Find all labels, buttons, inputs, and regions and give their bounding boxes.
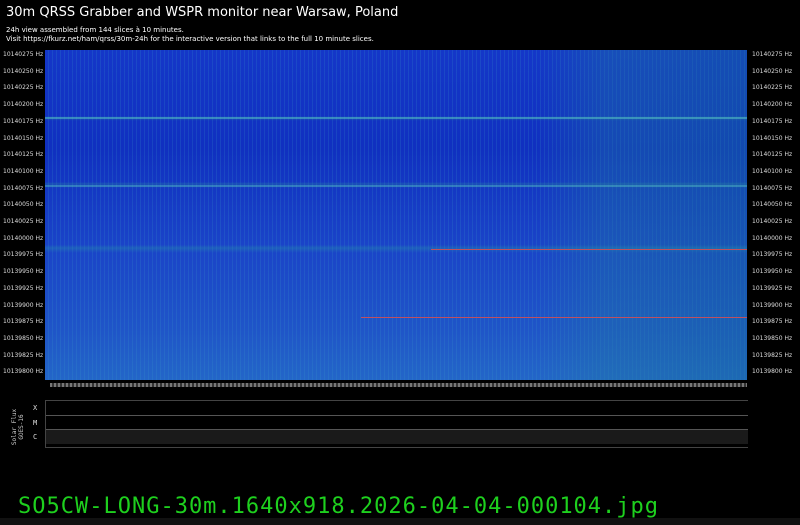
flux-class-x: X xyxy=(33,404,38,412)
frequency-label: 10139950 Hz xyxy=(3,268,44,276)
frequency-label: 10139900 Hz xyxy=(3,301,44,309)
signal-trace xyxy=(431,249,747,250)
frequency-label: 10139825 Hz xyxy=(752,351,793,359)
spectrogram xyxy=(45,50,747,380)
frequency-label: 10139875 Hz xyxy=(752,318,793,326)
frequency-label: 10139800 Hz xyxy=(752,368,793,376)
frequency-label: 10139950 Hz xyxy=(752,268,793,276)
frequency-label: 10140150 Hz xyxy=(3,134,44,142)
flux-class-m: M xyxy=(33,419,38,427)
frequency-label: 10140275 Hz xyxy=(3,51,44,58)
signal-trace xyxy=(360,317,747,318)
bottom-bar xyxy=(0,518,800,525)
frequency-label: 10139825 Hz xyxy=(3,351,44,359)
frequency-label: 10140200 Hz xyxy=(3,101,44,109)
frequency-label: 10139900 Hz xyxy=(752,301,793,309)
frequency-label: 10140000 Hz xyxy=(3,234,44,242)
frequency-label: 10140250 Hz xyxy=(752,67,793,75)
frequency-label: 10140200 Hz xyxy=(752,101,793,109)
frequency-label: 10139800 Hz xyxy=(3,368,44,376)
time-axis xyxy=(50,383,747,387)
info-link-text: Visit https://fkurz.net/ham/qrss/30m-24h… xyxy=(6,35,374,43)
flux-class-c: C xyxy=(33,433,38,441)
frequency-label: 10140100 Hz xyxy=(752,167,793,175)
subtitle: 24h view assembled from 144 slices à 10 … xyxy=(6,26,184,34)
frequency-label: 10139975 Hz xyxy=(3,251,44,259)
frequency-label: 10139925 Hz xyxy=(3,284,44,292)
frequency-label: 10139850 Hz xyxy=(752,334,793,342)
frequency-label: 10140275 Hz xyxy=(752,51,793,58)
flux-label: Solar Flux GOES-16 xyxy=(11,408,25,446)
frequency-label: 10139850 Hz xyxy=(3,334,44,342)
filename-caption: SO5CW-LONG-30m.1640x918.2026-04-04-00010… xyxy=(18,494,660,519)
frequency-label: 10139875 Hz xyxy=(3,318,44,326)
frequency-label: 10139925 Hz xyxy=(752,284,793,292)
frequency-label: 10140175 Hz xyxy=(3,117,44,125)
signal-trace xyxy=(45,117,747,119)
solar-flux-chart xyxy=(45,400,748,448)
page-title: 30m QRSS Grabber and WSPR monitor near W… xyxy=(6,5,399,20)
signal-trace xyxy=(45,185,747,187)
frequency-label: 10140225 Hz xyxy=(3,84,44,92)
frequency-label: 10140075 Hz xyxy=(3,184,44,192)
frequency-label: 10140000 Hz xyxy=(752,234,793,242)
frequency-label: 10139975 Hz xyxy=(752,251,793,259)
frequency-label: 10140125 Hz xyxy=(752,151,793,159)
frequency-label: 10140050 Hz xyxy=(3,201,44,209)
frequency-label: 10140025 Hz xyxy=(752,218,793,225)
frequency-label: 10140150 Hz xyxy=(752,134,793,142)
frequency-label: 10140025 Hz xyxy=(3,218,44,225)
frequency-label: 10140075 Hz xyxy=(752,184,793,192)
frequency-label: 10140100 Hz xyxy=(3,167,44,175)
frequency-label: 10140225 Hz xyxy=(752,84,793,92)
frequency-label: 10140050 Hz xyxy=(752,201,793,209)
frequency-label: 10140250 Hz xyxy=(3,67,44,75)
frequency-label: 10140125 Hz xyxy=(3,151,44,159)
frequency-label: 10140175 Hz xyxy=(752,117,793,125)
